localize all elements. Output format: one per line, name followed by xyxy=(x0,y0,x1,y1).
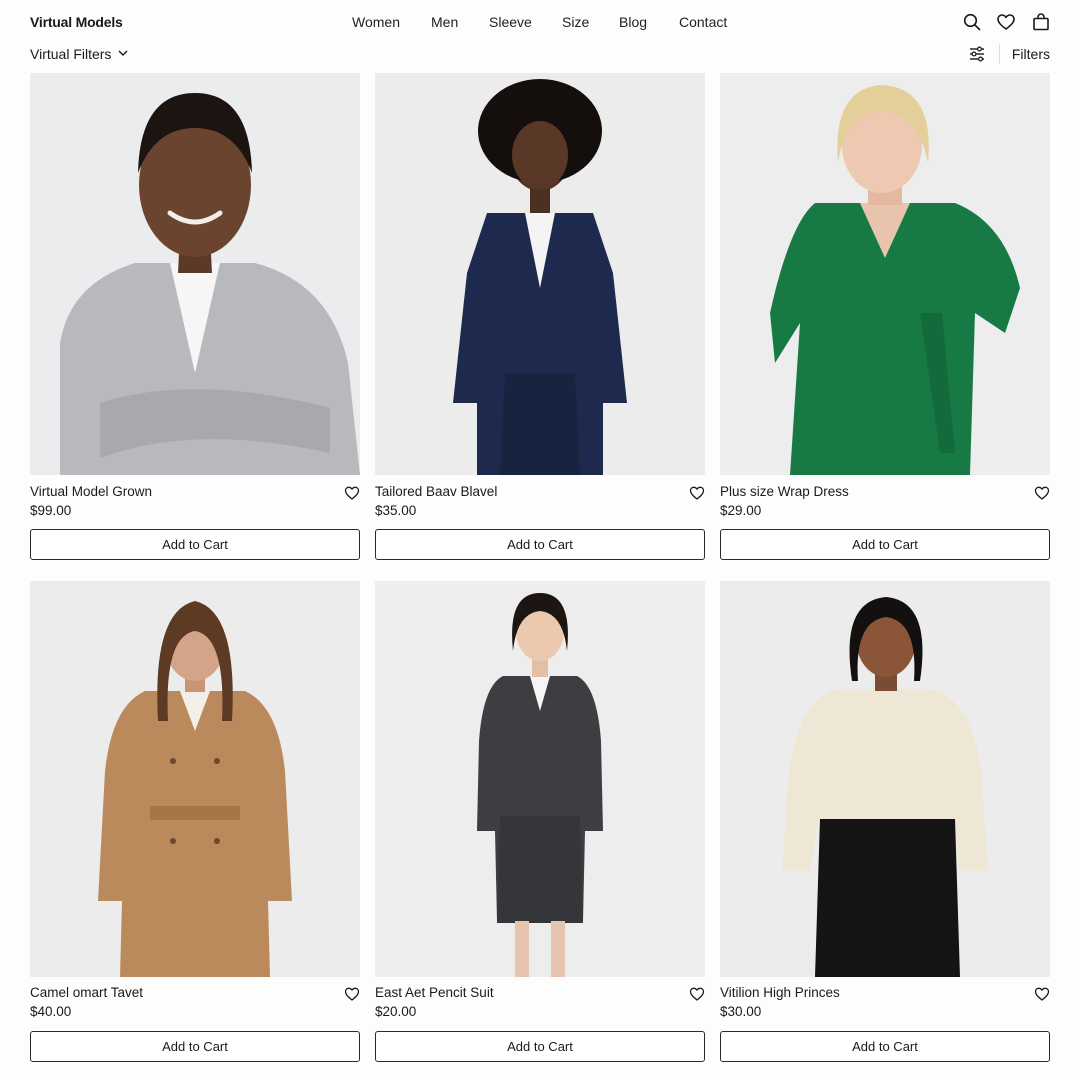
sliders-icon[interactable] xyxy=(967,44,987,64)
product-price: $30.00 xyxy=(720,1004,762,1019)
virtual-filters-dropdown[interactable]: Virtual Filters xyxy=(30,46,129,62)
product-name[interactable]: Camel omart Tavet xyxy=(30,985,143,1000)
product-image[interactable] xyxy=(720,73,1050,475)
nav-contact[interactable]: Contact xyxy=(679,14,727,30)
filters-button[interactable]: Filters xyxy=(1012,46,1050,62)
wishlist-heart-icon[interactable] xyxy=(1034,485,1050,501)
product-image[interactable] xyxy=(30,581,360,977)
header: Virtual Models Women Men Sleeve Size Blo… xyxy=(0,0,1080,40)
garment xyxy=(98,691,292,977)
shopping-bag-icon[interactable] xyxy=(1031,12,1051,32)
add-to-cart-button[interactable]: Add to Cart xyxy=(375,529,705,560)
search-icon[interactable] xyxy=(962,12,982,32)
nav-men[interactable]: Men xyxy=(431,14,458,30)
filters-control: Filters xyxy=(967,42,1050,66)
product-name[interactable]: Plus size Wrap Dress xyxy=(720,484,849,499)
wishlist-heart-icon[interactable] xyxy=(344,485,360,501)
add-to-cart-button[interactable]: Add to Cart xyxy=(375,1031,705,1062)
virtual-filters-label: Virtual Filters xyxy=(30,46,112,62)
nav-size[interactable]: Size xyxy=(562,14,589,30)
product-image[interactable] xyxy=(375,73,705,475)
heart-icon[interactable] xyxy=(996,12,1016,32)
add-to-cart-button[interactable]: Add to Cart xyxy=(30,529,360,560)
filter-bar: Virtual Filters Filters xyxy=(0,42,1080,66)
wishlist-heart-icon[interactable] xyxy=(344,986,360,1002)
product-image[interactable] xyxy=(30,73,360,475)
wishlist-heart-icon[interactable] xyxy=(689,485,705,501)
product-name[interactable]: Virtual Model Grown xyxy=(30,484,152,499)
main-nav: Women Men Sleeve Size Blog Contact xyxy=(0,14,1080,32)
product-name[interactable]: Vitilion High Princes xyxy=(720,985,840,1000)
nav-women[interactable]: Women xyxy=(352,14,400,30)
product-price: $35.00 xyxy=(375,503,417,518)
product-image[interactable] xyxy=(375,581,705,977)
product-price: $40.00 xyxy=(30,1004,72,1019)
product-image[interactable] xyxy=(720,581,1050,977)
product-price: $29.00 xyxy=(720,503,762,518)
product-name[interactable]: Tailored Baav Blavel xyxy=(375,484,497,499)
product-name[interactable]: East Aet Pencit Suit xyxy=(375,985,494,1000)
wishlist-heart-icon[interactable] xyxy=(1034,986,1050,1002)
chevron-down-icon xyxy=(117,46,129,62)
nav-sleeve[interactable]: Sleeve xyxy=(489,14,532,30)
nav-blog[interactable]: Blog xyxy=(619,14,647,30)
product-price: $99.00 xyxy=(30,503,72,518)
add-to-cart-button[interactable]: Add to Cart xyxy=(720,1031,1050,1062)
add-to-cart-button[interactable]: Add to Cart xyxy=(720,529,1050,560)
divider xyxy=(998,44,1000,64)
wishlist-heart-icon[interactable] xyxy=(689,986,705,1002)
product-price: $20.00 xyxy=(375,1004,417,1019)
add-to-cart-button[interactable]: Add to Cart xyxy=(30,1031,360,1062)
